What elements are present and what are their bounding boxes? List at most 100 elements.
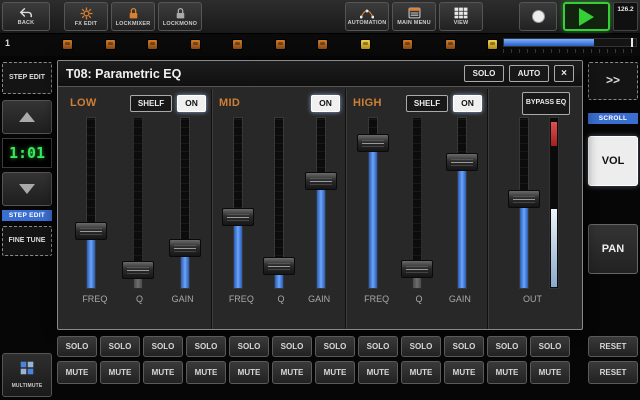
- solo-button-track-11[interactable]: SOLO: [487, 336, 527, 357]
- position-display: 1:01: [2, 138, 52, 168]
- back-button[interactable]: BACK: [2, 2, 50, 31]
- pattern-indicator-4[interactable]: [189, 39, 201, 50]
- top-toolbar: BACK FX EDIT LOCKMIXER LOCKMONO AUTOMATI…: [0, 0, 640, 34]
- solo-button-track-3[interactable]: SOLO: [143, 336, 183, 357]
- slider-handle[interactable]: [121, 261, 154, 279]
- pattern-indicator-9[interactable]: [402, 39, 413, 50]
- eq-band-low: LOW SHELF ON FREQ Q GAIN: [64, 89, 212, 329]
- arrow-up-icon: [19, 112, 35, 122]
- slider-handle[interactable]: [445, 153, 478, 171]
- lock-mono-button[interactable]: LOCKMONO: [158, 2, 202, 31]
- fine-tune-button[interactable]: FINE TUNE: [2, 226, 52, 256]
- main-menu-button[interactable]: MAIN MENU: [392, 2, 436, 31]
- slider-q[interactable]: [399, 117, 435, 289]
- mute-button-track-10[interactable]: MUTE: [444, 361, 484, 384]
- tempo-display[interactable]: 126.2: [613, 2, 638, 31]
- slider-track: [179, 117, 190, 289]
- shelf-toggle-high[interactable]: SHELF: [406, 94, 448, 112]
- solo-button-track-7[interactable]: SOLO: [315, 336, 355, 357]
- mute-button-track-12[interactable]: MUTE: [530, 361, 570, 384]
- dialog-titlebar[interactable]: T08: Parametric EQ SOLO AUTO ×: [58, 61, 582, 87]
- slider-out[interactable]: [506, 117, 542, 289]
- scroll-forward-button[interactable]: >>: [588, 62, 638, 100]
- slider-q[interactable]: [261, 117, 297, 289]
- slider-handle[interactable]: [401, 260, 434, 278]
- step-up-button[interactable]: [2, 100, 52, 134]
- solo-button-track-2[interactable]: SOLO: [100, 336, 140, 357]
- dialog-solo-button[interactable]: SOLO: [464, 65, 504, 82]
- pattern-indicator-6[interactable]: [274, 39, 286, 50]
- solo-button-track-6[interactable]: SOLO: [272, 336, 312, 357]
- pattern-indicator-5[interactable]: [232, 39, 243, 50]
- slider-freq[interactable]: [355, 117, 391, 289]
- slider-handle[interactable]: [263, 257, 296, 275]
- automation-button[interactable]: AUTOMATION: [345, 2, 389, 31]
- solo-button-track-12[interactable]: SOLO: [530, 336, 570, 357]
- slider-handle[interactable]: [221, 208, 254, 226]
- pattern-indicator-8[interactable]: [359, 39, 371, 50]
- mute-button-track-9[interactable]: MUTE: [401, 361, 441, 384]
- solo-reset-button[interactable]: RESET: [588, 336, 638, 357]
- mute-button-track-2[interactable]: MUTE: [100, 361, 140, 384]
- slider-q[interactable]: [120, 117, 156, 289]
- multimute-label: MULTIMUTE: [11, 383, 43, 389]
- meter-level: [551, 208, 557, 287]
- slider-label: Q: [415, 294, 423, 304]
- multimute-button[interactable]: MULTIMUTE: [2, 353, 52, 397]
- meter-clip-indicator: [551, 122, 557, 146]
- mute-button-track-4[interactable]: MUTE: [186, 361, 226, 384]
- pattern-indicator-2[interactable]: [104, 39, 116, 50]
- pan-button[interactable]: PAN: [588, 224, 638, 274]
- fine-tune-label: FINE TUNE: [8, 237, 46, 245]
- dialog-close-button[interactable]: ×: [554, 65, 574, 82]
- slider-freq[interactable]: [220, 117, 256, 289]
- solo-button-track-8[interactable]: SOLO: [358, 336, 398, 357]
- slider-gain[interactable]: [167, 117, 203, 289]
- record-button[interactable]: [519, 2, 557, 31]
- on-toggle-low[interactable]: ON: [177, 94, 206, 112]
- pattern-indicator-11[interactable]: [487, 39, 498, 50]
- vol-button[interactable]: VOL: [588, 136, 638, 186]
- mute-button-track-3[interactable]: MUTE: [143, 361, 183, 384]
- fx-edit-button[interactable]: FX EDIT: [64, 2, 108, 31]
- playback-progress-bar[interactable]: [503, 38, 637, 47]
- bypass-eq-button[interactable]: BYPASS EQ: [522, 91, 570, 115]
- solo-button-track-10[interactable]: SOLO: [444, 336, 484, 357]
- pattern-indicator-3[interactable]: [147, 39, 158, 50]
- slider-handle[interactable]: [75, 222, 108, 240]
- step-edit-button[interactable]: STEP EDIT: [2, 62, 52, 94]
- progress-tick: [630, 38, 633, 47]
- step-down-button[interactable]: [2, 172, 52, 206]
- solo-button-track-9[interactable]: SOLO: [401, 336, 441, 357]
- pattern-indicator-10[interactable]: [444, 39, 456, 50]
- shelf-toggle-low[interactable]: SHELF: [130, 94, 172, 112]
- on-toggle-mid[interactable]: ON: [311, 94, 340, 112]
- app-screen: BACK FX EDIT LOCKMIXER LOCKMONO AUTOMATI…: [0, 0, 640, 400]
- progress-ticks: [503, 49, 637, 53]
- mute-button-track-8[interactable]: MUTE: [358, 361, 398, 384]
- mute-button-track-6[interactable]: MUTE: [272, 361, 312, 384]
- mute-button-track-1[interactable]: MUTE: [57, 361, 97, 384]
- view-button[interactable]: VIEW: [439, 2, 483, 31]
- solo-button-track-1[interactable]: SOLO: [57, 336, 97, 357]
- dialog-auto-button[interactable]: AUTO: [509, 65, 549, 82]
- solo-button-track-4[interactable]: SOLO: [186, 336, 226, 357]
- slider-handle[interactable]: [357, 134, 390, 152]
- slider-handle[interactable]: [508, 190, 540, 208]
- slider-handle[interactable]: [305, 172, 338, 190]
- mute-button-track-11[interactable]: MUTE: [487, 361, 527, 384]
- slider-freq[interactable]: [73, 117, 109, 289]
- mute-button-track-5[interactable]: MUTE: [229, 361, 269, 384]
- lock-mixer-button[interactable]: LOCKMIXER: [111, 2, 155, 31]
- mute-reset-button[interactable]: RESET: [588, 361, 638, 384]
- on-toggle-high[interactable]: ON: [453, 94, 482, 112]
- solo-button-track-5[interactable]: SOLO: [229, 336, 269, 357]
- play-button[interactable]: [563, 2, 610, 31]
- pattern-indicator-7[interactable]: [317, 39, 328, 50]
- slider-handle[interactable]: [168, 239, 201, 257]
- pattern-indicator-1[interactable]: [62, 39, 73, 50]
- eq-band-mid: MID ON FREQ Q GAIN: [212, 89, 346, 329]
- slider-gain[interactable]: [444, 117, 480, 289]
- slider-gain[interactable]: [303, 117, 339, 289]
- mute-button-track-7[interactable]: MUTE: [315, 361, 355, 384]
